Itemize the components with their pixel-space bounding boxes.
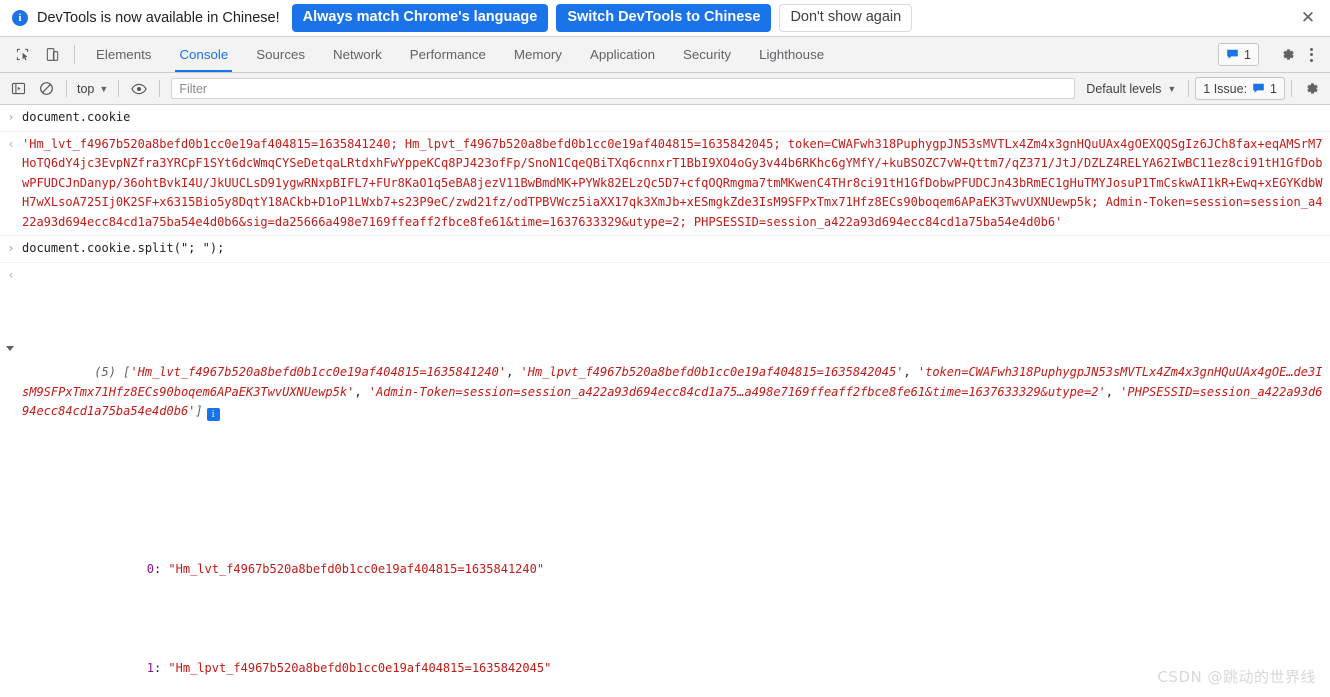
array-item-row: 0: "Hm_lvt_f4967b520a8befd0b1cc0e19af404… <box>146 561 545 576</box>
always-match-language-button[interactable]: Always match Chrome's language <box>291 4 549 32</box>
console-array-result-row: ‹ (5) ['Hm_lvt_f4967b520a8befd0b1cc0e19a… <box>0 263 1330 697</box>
console-issues-count: 1 <box>1270 81 1277 96</box>
toolbar-divider <box>74 45 75 64</box>
chevron-down-icon: ▼ <box>99 83 109 94</box>
toolbar-divider-4 <box>1188 80 1190 97</box>
tab-performance[interactable]: Performance <box>396 37 500 72</box>
array-preview-item: 'Hm_lpvt_f4967b520a8befd0b1cc0e19af40481… <box>520 365 904 379</box>
array-preview-item: 'Hm_lvt_f4967b520a8befd0b1cc0e19af404815… <box>130 365 507 379</box>
console-command-row: › document.cookie <box>0 105 1330 132</box>
issue-message-icon <box>1227 49 1238 59</box>
tab-memory[interactable]: Memory <box>500 37 576 72</box>
array-preview-item: 'Admin-Token=session=session_a422a93d694… <box>368 384 1106 399</box>
result-arrow-icon: ‹ <box>8 136 14 151</box>
switch-to-chinese-button[interactable]: Switch DevTools to Chinese <box>556 4 772 32</box>
array-item-value: "Hm_lvt_f4967b520a8befd0b1cc0e19af404815… <box>168 561 545 576</box>
tab-security[interactable]: Security <box>669 37 745 72</box>
console-result-row: ‹ 'Hm_lvt_f4967b520a8befd0b1cc0e19af4048… <box>0 132 1330 236</box>
close-icon[interactable]: ✕ <box>1296 6 1320 30</box>
array-length-prefix: (5) [ <box>94 365 131 379</box>
tab-application[interactable]: Application <box>576 37 669 72</box>
info-badge-icon[interactable]: i <box>206 408 220 422</box>
toolbar-divider-2 <box>118 80 120 97</box>
panel-tabs: Elements Console Sources Network Perform… <box>82 37 838 72</box>
language-banner: i DevTools is now available in Chinese! … <box>0 0 1330 37</box>
console-toolbar: top ▼ Default levels ▼ 1 Issue: 1 <box>0 73 1330 105</box>
command-prompt-icon: › <box>8 110 14 124</box>
array-preview-line: (5) ['Hm_lvt_f4967b520a8befd0b1cc0e19af4… <box>6 324 1324 441</box>
issues-label: 1 Issue: <box>1203 81 1248 96</box>
array-item-row: 1: "Hm_lpvt_f4967b520a8befd0b1cc0e19af40… <box>146 660 552 675</box>
inspect-element-icon[interactable] <box>7 37 37 72</box>
watermark: CSDN @跳动的世界线 <box>1157 667 1316 686</box>
execution-context-selector[interactable]: top ▼ <box>73 82 112 96</box>
console-command-text: document.cookie.split("; "); <box>22 241 225 255</box>
kebab-menu-icon[interactable] <box>1300 42 1322 68</box>
tab-sources[interactable]: Sources <box>242 37 319 72</box>
result-arrow-icon: ‹ <box>8 267 14 282</box>
toolbar-divider-3 <box>159 80 161 97</box>
log-levels-selector[interactable]: Default levels ▼ <box>1080 82 1182 96</box>
log-levels-label: Default levels <box>1086 81 1162 96</box>
chevron-down-icon: ▼ <box>1167 83 1177 94</box>
device-toolbar-icon[interactable] <box>37 37 67 72</box>
toolbar-divider-1 <box>66 80 67 97</box>
issues-count: 1 <box>1244 47 1251 62</box>
array-close-bracket: ] <box>195 404 203 418</box>
devtools-window: i DevTools is now available in Chinese! … <box>0 0 1330 697</box>
banner-message: DevTools is now available in Chinese! <box>37 10 280 26</box>
array-item-value: "Hm_lpvt_f4967b520a8befd0b1cc0e19af40481… <box>168 660 552 675</box>
array-result-body: (5) ['Hm_lvt_f4967b520a8befd0b1cc0e19af4… <box>6 266 1330 697</box>
clear-console-icon[interactable] <box>32 76 60 102</box>
dont-show-again-button[interactable]: Don't show again <box>779 4 913 32</box>
issues-counter-button[interactable]: 1 <box>1218 43 1259 66</box>
console-command-row: › document.cookie.split("; "); <box>0 236 1330 263</box>
filter-input[interactable] <box>171 78 1076 99</box>
console-result-text: 'Hm_lvt_f4967b520a8befd0b1cc0e19af404815… <box>22 136 1323 229</box>
live-expression-eye-icon[interactable] <box>125 76 153 102</box>
console-issues-button[interactable]: 1 Issue: 1 <box>1195 77 1285 100</box>
execution-context-label: top <box>77 81 95 96</box>
command-prompt-icon: › <box>8 241 14 255</box>
array-item-index: 1 <box>146 660 154 675</box>
console-settings-gear-icon[interactable] <box>1298 76 1324 102</box>
issue-message-icon <box>1253 83 1264 93</box>
array-expanded-list: 0: "Hm_lvt_f4967b520a8befd0b1cc0e19af404… <box>22 500 1324 697</box>
array-item-index: 0 <box>146 561 154 576</box>
tab-elements[interactable]: Elements <box>82 37 165 72</box>
tab-lighthouse[interactable]: Lighthouse <box>745 37 838 72</box>
devtools-tabstrip: Elements Console Sources Network Perform… <box>0 37 1330 73</box>
expand-triangle-icon[interactable] <box>6 346 14 354</box>
tab-network[interactable]: Network <box>319 37 396 72</box>
console-sidebar-icon[interactable] <box>4 76 32 102</box>
console-command-text: document.cookie <box>22 110 131 124</box>
console-output[interactable]: › document.cookie ‹ 'Hm_lvt_f4967b520a8b… <box>0 105 1330 697</box>
tab-console[interactable]: Console <box>165 37 242 72</box>
info-icon: i <box>12 10 28 26</box>
gear-icon[interactable] <box>1274 42 1300 68</box>
toolbar-divider-5 <box>1291 80 1292 97</box>
tabstrip-actions: 1 <box>1218 37 1330 72</box>
